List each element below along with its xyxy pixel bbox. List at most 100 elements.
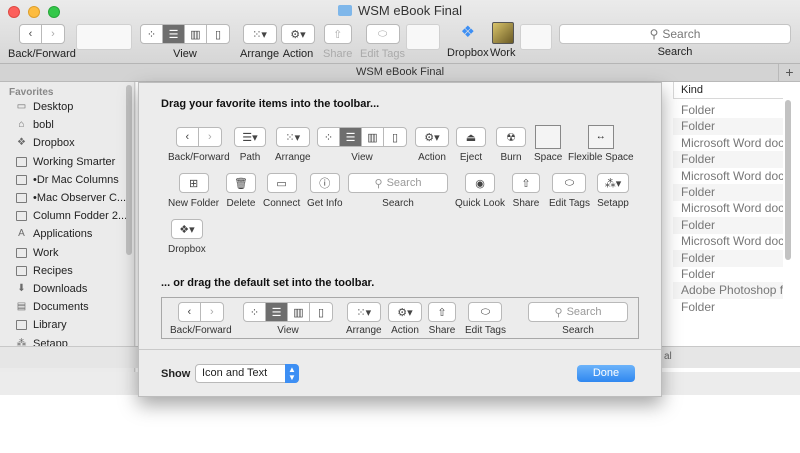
arrange-button[interactable]: ⁙▾: [275, 127, 310, 147]
kind-cell[interactable]: Microsoft Word doc: [673, 233, 783, 250]
action-button[interactable]: ⚙▾: [415, 127, 449, 147]
get-info-button[interactable]: ⓘ: [309, 173, 340, 193]
view-control[interactable]: ⁘ ☰ ▥ ▯: [317, 127, 407, 147]
cover-flow-icon: ▯: [317, 306, 325, 319]
palette-dropbox[interactable]: ❖▾ Dropbox: [168, 219, 206, 255]
back-icon[interactable]: ‹: [20, 25, 42, 43]
palette-action[interactable]: ⚙▾ Action: [415, 127, 449, 163]
action-button[interactable]: ⚙▾: [281, 24, 315, 44]
work-folder-icon[interactable]: [491, 22, 514, 44]
sidebar-item[interactable]: Library: [16, 316, 67, 334]
edit-tags-button[interactable]: ⬭: [552, 173, 587, 193]
arrange-button[interactable]: ⁙▾: [242, 24, 277, 44]
sidebar-item[interactable]: ▭ Desktop: [16, 98, 74, 116]
palette-back-forward[interactable]: ‹ › Back/Forward: [168, 127, 230, 163]
kind-cell[interactable]: Microsoft Word doc: [673, 200, 783, 217]
delete-button[interactable]: 🗑: [226, 173, 256, 193]
kind-cell[interactable]: Folder: [673, 216, 783, 234]
new-tab-button[interactable]: +: [778, 64, 800, 81]
palette-quick-look[interactable]: ◉ Quick Look: [455, 173, 505, 209]
space-box: [535, 125, 562, 149]
kind-cell[interactable]: Folder: [673, 151, 783, 169]
kind-cell[interactable]: Folder: [673, 249, 783, 267]
flexible-space-label: Flexible Space: [568, 152, 634, 163]
kind-cell[interactable]: Folder: [673, 118, 783, 136]
tab-title[interactable]: WSM eBook Final: [356, 66, 444, 78]
new-folder-button[interactable]: ⊞: [178, 173, 209, 193]
burn-button[interactable]: ☢: [496, 127, 526, 147]
kind-cell[interactable]: Adobe Photoshop fi: [673, 282, 783, 300]
sidebar-item[interactable]: A Applications: [16, 225, 92, 243]
kind-cell[interactable]: Microsoft Word doc: [673, 168, 783, 185]
sidebar-item[interactable]: ⌂ bobl: [16, 116, 53, 134]
palette-share[interactable]: ⇧ Share: [512, 173, 540, 209]
sidebar-item[interactable]: Working Smarter: [16, 153, 115, 171]
palette-delete[interactable]: 🗑 Delete: [226, 173, 256, 209]
palette-burn[interactable]: ☢ Burn: [496, 127, 526, 163]
kind-cell[interactable]: Folder: [673, 299, 783, 316]
search-field[interactable]: ⚲ Search: [559, 24, 791, 44]
palette-eject[interactable]: ⏏ Eject: [456, 127, 486, 163]
show-popup[interactable]: Icon and Text ▲ ▼: [195, 364, 299, 383]
column-view-icon[interactable]: ▥: [185, 25, 207, 43]
icon-view-icon[interactable]: ⁘: [141, 25, 163, 43]
palette-view[interactable]: ⁘ ☰ ▥ ▯ View: [317, 127, 407, 163]
kind-cell[interactable]: Microsoft Word doc: [673, 135, 783, 152]
window-title: WSM eBook Final: [0, 3, 800, 18]
sidebar-item[interactable]: •Dr Mac Columns: [16, 171, 119, 189]
connect-button[interactable]: ▭: [266, 173, 297, 193]
kind-cell[interactable]: Folder: [673, 102, 783, 119]
share-button[interactable]: ⇧: [323, 24, 352, 44]
palette-path[interactable]: ☰▾ Path: [234, 127, 266, 163]
search-icon: ⚲: [554, 306, 563, 319]
palette-flexible-space[interactable]: ↔ Flexible Space: [568, 125, 634, 163]
setapp-button[interactable]: ⁂▾: [597, 173, 629, 193]
kind-column-header[interactable]: Kind: [673, 82, 783, 99]
search-placeholder: Search: [662, 27, 701, 41]
back-forward-control[interactable]: ‹ ›: [175, 127, 222, 147]
view-control[interactable]: ⁘ ☰ ▥ ▯: [140, 24, 230, 44]
list-view-icon[interactable]: ☰: [163, 25, 185, 43]
edit-tags-button[interactable]: ⬭: [365, 24, 400, 44]
sidebar-item[interactable]: ❖ Dropbox: [16, 134, 75, 152]
forward-icon[interactable]: ›: [42, 25, 64, 43]
default-view: ⁘ ☰ ▥ ▯ View: [243, 302, 333, 336]
back-forward-control[interactable]: ‹ ›: [18, 24, 65, 44]
dropbox-group: ❖ Dropbox: [447, 22, 489, 59]
sidebar-item[interactable]: Column Fodder 2...: [16, 207, 127, 225]
path-button[interactable]: ☰▾: [234, 127, 266, 147]
share-button[interactable]: ⇧: [512, 173, 540, 193]
palette-get-info[interactable]: ⓘ Get Info: [307, 173, 343, 209]
sidebar-item[interactable]: Recipes: [16, 262, 73, 280]
cover-flow-icon[interactable]: ▯: [207, 25, 229, 43]
dropbox-icon[interactable]: ❖: [457, 22, 479, 44]
palette-arrange[interactable]: ⁙▾ Arrange: [275, 127, 311, 163]
sidebar-scrollbar[interactable]: [126, 85, 132, 255]
sidebar-item[interactable]: •Mac Observer C...: [16, 189, 126, 207]
palette-edit-tags[interactable]: ⬭ Edit Tags: [549, 173, 590, 209]
palette-connect[interactable]: ▭ Connect: [263, 173, 300, 209]
back-forward-control: ‹ ›: [177, 302, 224, 322]
palette-search[interactable]: ⚲ Search Search: [348, 173, 448, 209]
forward-icon: ›: [208, 131, 212, 143]
sidebar-item[interactable]: ⬇ Downloads: [16, 280, 87, 298]
updown-arrows-icon: ▲ ▼: [285, 364, 299, 383]
palette-new-folder[interactable]: ⊞ New Folder: [168, 173, 219, 209]
eject-button[interactable]: ⏏: [456, 127, 486, 147]
share-icon: ⇧: [333, 28, 343, 41]
sidebar-item[interactable]: Work: [16, 244, 58, 262]
palette-setapp[interactable]: ⁂▾ Setapp: [597, 173, 629, 209]
search-field[interactable]: ⚲ Search: [348, 173, 448, 193]
kind-cell[interactable]: Folder: [673, 266, 783, 283]
list-scrollbar[interactable]: [785, 100, 791, 260]
default-toolbar-set[interactable]: ‹ › Back/Forward ⁘ ☰ ▥ ▯ View ⁙▾ Arrange ⚙▾ …: [161, 297, 639, 339]
folder-icon: [16, 193, 27, 203]
share-button: ⇧: [428, 302, 456, 322]
done-button[interactable]: Done: [577, 365, 635, 382]
action-label: Action: [391, 325, 419, 336]
kind-cell[interactable]: Folder: [673, 184, 783, 201]
sidebar-item[interactable]: ▤ Documents: [16, 298, 89, 316]
quick-look-button[interactable]: ◉: [465, 173, 496, 193]
dropbox-button[interactable]: ❖▾: [170, 219, 203, 239]
palette-space[interactable]: Space: [534, 125, 562, 163]
